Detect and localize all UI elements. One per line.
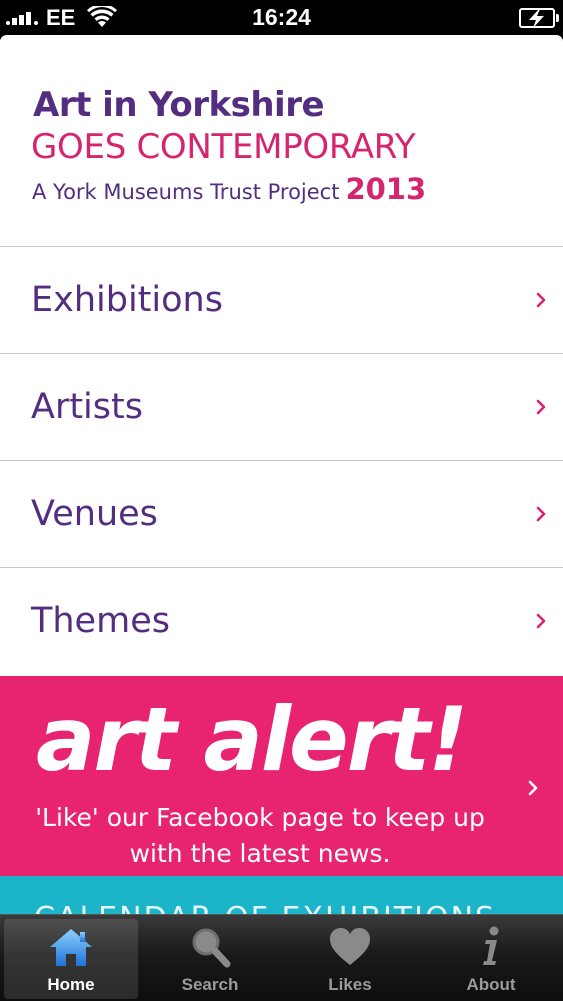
menu-item-label: Exhibitions — [31, 280, 223, 320]
menu-item-label: Themes — [31, 601, 170, 641]
tab-bar: Home Search Likes About — [0, 914, 563, 1001]
tab-label: Likes — [328, 975, 372, 994]
logo-year: 2013 — [345, 172, 427, 206]
art-alert-text: 'Like' our Facebook page to keep up with… — [0, 800, 520, 872]
menu-item-label: Venues — [31, 494, 158, 534]
app-content: Art in Yorkshire GOES CONTEMPORARY A Yor… — [0, 35, 563, 915]
tab-label: Search — [181, 975, 239, 994]
main-menu: Exhibitions Artists Venues Themes — [0, 246, 563, 674]
menu-item-artists[interactable]: Artists — [0, 353, 563, 460]
app-logo: Art in Yorkshire GOES CONTEMPORARY A Yor… — [0, 35, 563, 247]
menu-item-venues[interactable]: Venues — [0, 460, 563, 567]
art-alert-text-line: with the latest news. — [129, 839, 391, 868]
heart-icon — [330, 928, 370, 965]
tab-label: About — [466, 975, 516, 994]
tab-about[interactable]: About — [424, 919, 558, 999]
status-bar: EE 16:24 — [0, 0, 563, 35]
logo-subtitle: GOES CONTEMPORARY — [31, 127, 416, 167]
battery-charging-icon — [519, 8, 559, 28]
logo-title: Art in Yorkshire — [33, 85, 325, 125]
tab-likes[interactable]: Likes — [283, 919, 417, 999]
art-alert-text-line: 'Like' our Facebook page to keep up — [35, 803, 485, 832]
tab-search[interactable]: Search — [143, 919, 277, 999]
chevron-right-icon — [536, 399, 546, 415]
chevron-right-icon — [536, 613, 546, 629]
menu-item-label: Artists — [31, 387, 143, 427]
tab-label: Home — [47, 975, 95, 994]
calendar-banner-text: CALENDAR OF EXHIBITIONS — [34, 901, 496, 915]
logo-tagline: A York Museums Trust Project 2013 — [32, 172, 426, 206]
chevron-right-icon — [528, 780, 538, 796]
art-alert-title: art alert! — [36, 688, 468, 791]
status-time: 16:24 — [252, 4, 311, 30]
info-icon — [483, 926, 499, 965]
tab-home[interactable]: Home — [4, 919, 138, 999]
home-icon — [50, 929, 92, 966]
chevron-right-icon — [536, 506, 546, 522]
menu-item-themes[interactable]: Themes — [0, 567, 563, 674]
logo-tagline-text: A York Museums Trust Project — [32, 180, 340, 204]
art-alert-banner[interactable]: art alert! 'Like' our Facebook page to k… — [0, 676, 563, 876]
menu-item-exhibitions[interactable]: Exhibitions — [0, 246, 563, 353]
chevron-right-icon — [536, 292, 546, 308]
calendar-of-exhibitions-banner[interactable]: CALENDAR OF EXHIBITIONS — [0, 876, 563, 915]
search-icon — [192, 928, 231, 968]
